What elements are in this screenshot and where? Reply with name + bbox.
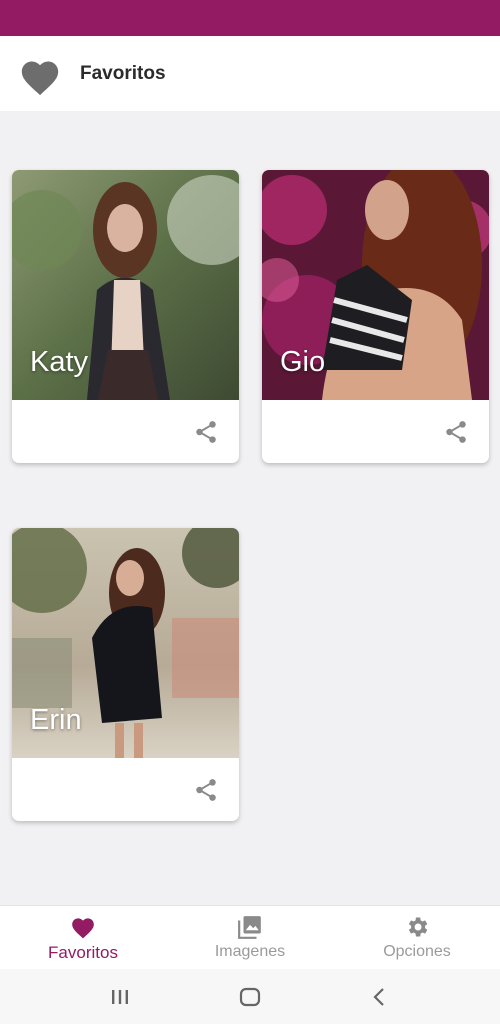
system-navigation-bar: [0, 969, 500, 1024]
heart-icon: [21, 61, 59, 96]
app-toolbar: Favoritos: [0, 36, 500, 111]
recents-icon[interactable]: [106, 983, 134, 1011]
share-icon[interactable]: [443, 419, 469, 445]
share-icon[interactable]: [193, 419, 219, 445]
nav-label: Imagenes: [214, 943, 286, 960]
favorite-card-gio[interactable]: Gio: [262, 170, 489, 463]
card-name: Gio: [280, 346, 326, 378]
home-icon[interactable]: [236, 983, 264, 1011]
page-title: Favoritos: [80, 63, 166, 84]
card-name: Erin: [30, 704, 82, 736]
card-photo[interactable]: Erin: [12, 528, 239, 758]
heart-icon: [72, 918, 94, 939]
status-bar: [0, 0, 500, 36]
nav-label: Opciones: [383, 943, 451, 960]
nav-item-favoritos[interactable]: Favoritos: [0, 906, 166, 970]
card-photo[interactable]: Katy: [12, 170, 239, 400]
images-icon: [238, 916, 261, 939]
card-photo[interactable]: Gio: [262, 170, 489, 400]
nav-item-imagenes[interactable]: Imagenes: [167, 906, 333, 970]
share-icon[interactable]: [193, 777, 219, 803]
gear-icon: [408, 917, 428, 937]
nav-item-opciones[interactable]: Opciones: [334, 906, 500, 970]
back-icon[interactable]: [366, 983, 394, 1011]
card-name: Katy: [30, 346, 89, 378]
nav-label: Favoritos: [48, 943, 118, 962]
favorite-card-erin[interactable]: Erin: [12, 528, 239, 821]
bottom-navigation: Favoritos Imagenes Opciones: [0, 905, 500, 970]
favorite-card-katy[interactable]: Katy: [12, 170, 239, 463]
